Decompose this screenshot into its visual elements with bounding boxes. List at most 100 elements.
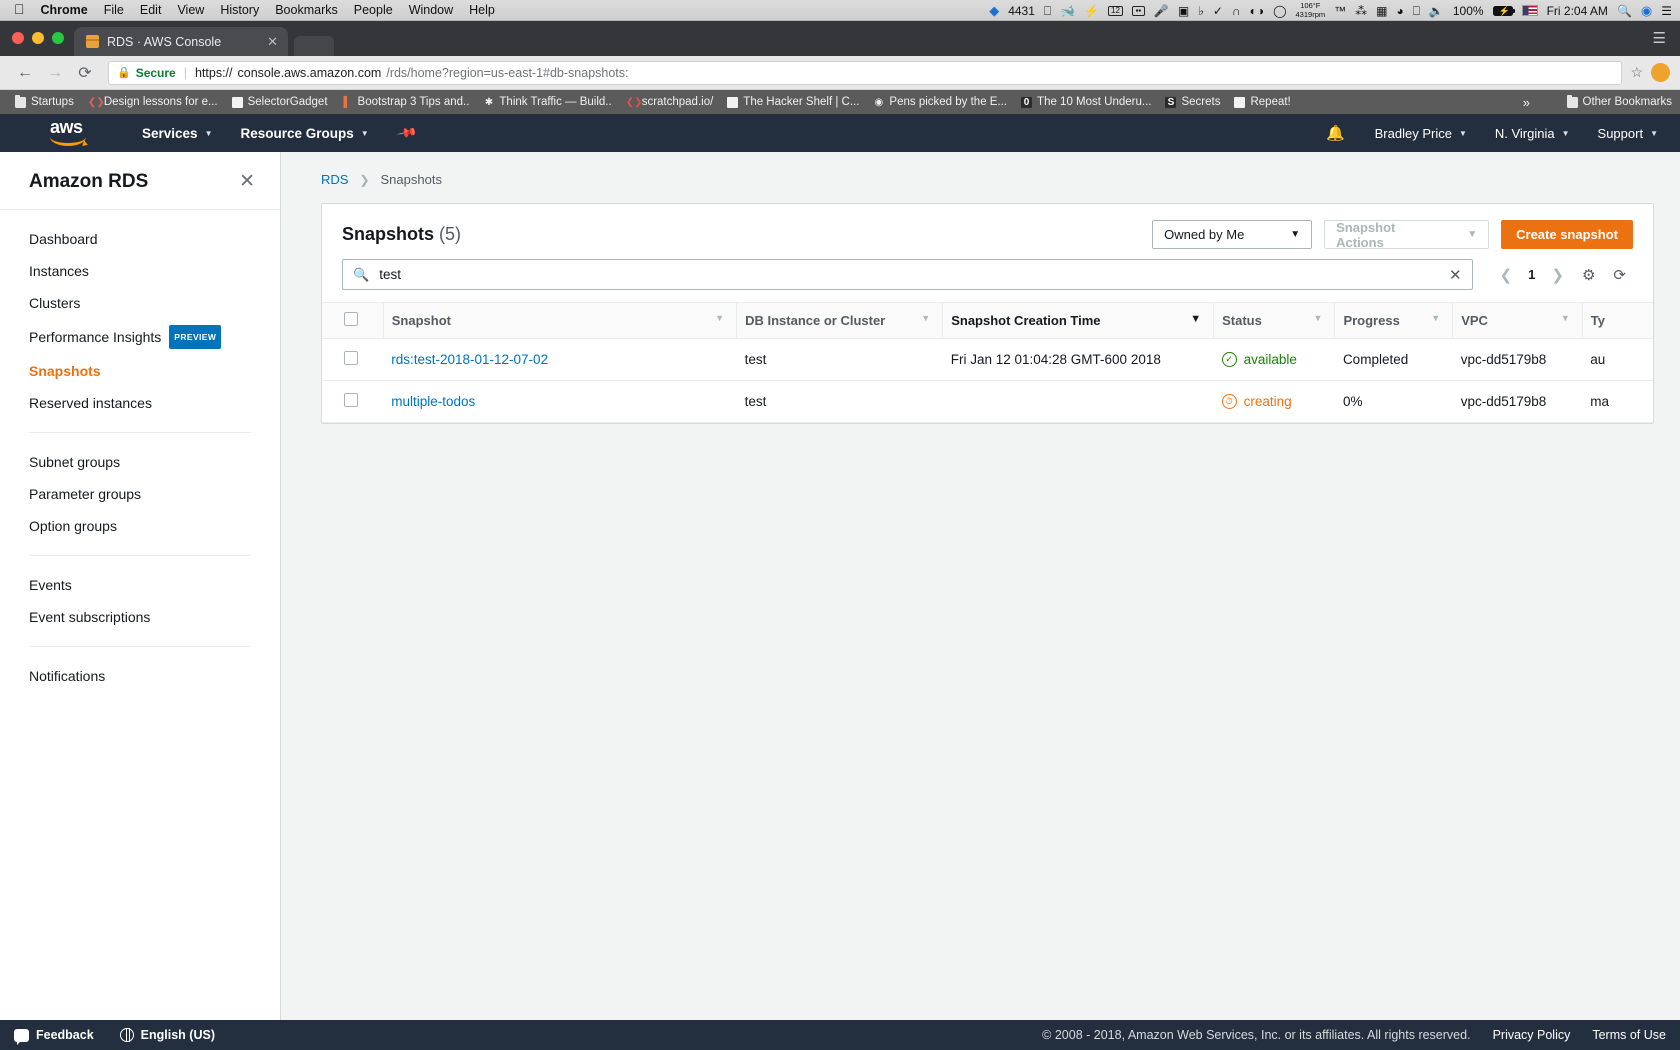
bookmark-item[interactable]: Startups <box>8 94 81 108</box>
owner-filter-dropdown[interactable]: Owned by Me ▼ <box>1152 220 1313 249</box>
bolt-icon[interactable]: ⚡ <box>1084 5 1099 17</box>
snapshot-actions-dropdown[interactable]: Snapshot Actions ▼ <box>1324 220 1490 250</box>
microphone-icon[interactable]: 🎤 <box>1154 5 1169 17</box>
other-bookmarks-folder[interactable]: Other Bookmarks <box>1566 94 1672 108</box>
window-controls[interactable] <box>12 32 64 44</box>
screenshot-icon[interactable]: ⎕ <box>1044 5 1051 17</box>
maximize-window-button[interactable] <box>52 32 64 44</box>
snapshot-link[interactable]: multiple-todos <box>391 394 475 409</box>
row-checkbox[interactable] <box>344 393 358 407</box>
sidebar-item-clusters[interactable]: Clusters <box>0 287 280 319</box>
menu-help[interactable]: Help <box>469 3 495 17</box>
table-row[interactable]: multiple-todos test ⏱ creating 0% vpc-dd… <box>322 380 1653 423</box>
terms-of-use-link[interactable]: Terms of Use <box>1592 1028 1666 1042</box>
new-tab-button[interactable] <box>294 36 334 56</box>
menu-app-name[interactable]: Chrome <box>41 3 88 17</box>
nav-region[interactable]: N. Virginia ▼ <box>1481 126 1584 141</box>
dropbox-icon[interactable]: ◆ <box>989 4 999 17</box>
minimize-window-button[interactable] <box>32 32 44 44</box>
browser-tab-active[interactable]: RDS · AWS Console ✕ <box>74 27 288 56</box>
column-header-type[interactable]: Ty <box>1581 302 1653 339</box>
bookmark-item[interactable]: ✱ Think Traffic — Build.. <box>476 96 618 108</box>
refresh-icon[interactable]: ⟳ <box>1606 266 1633 284</box>
bluetooth-icon[interactable]: ⁂ <box>1355 5 1367 17</box>
column-header-snapshot[interactable]: ▼ Snapshot <box>382 302 737 339</box>
battery-health-icon[interactable]: ▦ <box>1376 5 1387 17</box>
calendar-icon[interactable]: 12 <box>1108 5 1123 16</box>
menu-window[interactable]: Window <box>409 3 453 17</box>
sidebar-item-snapshots[interactable]: Snapshots <box>0 355 280 387</box>
sidebar-item-notifications[interactable]: Notifications <box>0 660 280 692</box>
bookmarks-overflow-icon[interactable]: » <box>1523 95 1530 110</box>
profile-avatar[interactable] <box>1651 63 1670 82</box>
control-center-icon[interactable]: ☰ <box>1661 5 1672 17</box>
table-row[interactable]: rds:test-2018-01-12-07-02 test Fri Jan 1… <box>322 338 1653 381</box>
docker-icon[interactable]: 🐋 <box>1060 5 1075 17</box>
check-circle-icon[interactable]: ✓ <box>1213 5 1223 17</box>
bookmark-item[interactable]: The Hacker Shelf | C... <box>720 96 866 108</box>
sidebar-item-dashboard[interactable]: Dashboard <box>0 223 280 255</box>
window-menu-icon[interactable]: ☰ <box>1653 29 1666 47</box>
column-header-progress[interactable]: ▼ Progress <box>1334 302 1453 339</box>
pin-icon[interactable]: 📌 <box>396 122 418 144</box>
bookmark-item[interactable]: 0 The 10 Most Underu... <box>1014 96 1158 108</box>
sidebar-item-subnet-groups[interactable]: Subnet groups <box>0 446 280 478</box>
reload-button[interactable]: ⟳ <box>70 63 100 83</box>
keyboard-icon[interactable]: ▪▪ <box>1131 5 1145 16</box>
apple-logo-icon[interactable]:  <box>14 2 25 16</box>
battery-icon[interactable]: ⚡ <box>1492 5 1515 16</box>
column-header-vpc[interactable]: ▼ VPC <box>1452 302 1583 339</box>
close-window-button[interactable] <box>12 32 24 44</box>
bookmark-star-icon[interactable]: ☆ <box>1630 64 1643 81</box>
next-page-button[interactable]: ❯ <box>1544 266 1571 284</box>
sidebar-item-parameter-groups[interactable]: Parameter groups <box>0 478 280 510</box>
menu-file[interactable]: File <box>104 3 124 17</box>
menu-bookmarks[interactable]: Bookmarks <box>275 3 338 17</box>
wifi-icon[interactable]: ◕ <box>1396 5 1403 17</box>
search-input[interactable]: 🔍 test ✕ <box>342 259 1473 290</box>
sidebar-item-event-subscriptions[interactable]: Event subscriptions <box>0 601 280 633</box>
aws-logo[interactable]: aws <box>50 118 90 146</box>
bookmark-item[interactable]: ❮❯ Design lessons for e... <box>81 96 225 108</box>
feedback-button[interactable]: Feedback <box>14 1028 94 1045</box>
sidebar-item-instances[interactable]: Instances <box>0 255 280 287</box>
sidebar-item-option-groups[interactable]: Option groups <box>0 510 280 542</box>
bear-icon[interactable]: ♭ <box>1198 5 1204 17</box>
select-all-checkbox[interactable] <box>344 312 358 326</box>
menu-view[interactable]: View <box>177 3 204 17</box>
back-button[interactable]: ← <box>10 64 40 82</box>
prev-page-button[interactable]: ❮ <box>1493 266 1520 284</box>
nav-account[interactable]: Bradley Price ▼ <box>1361 126 1481 141</box>
arc-icon[interactable]: ∩ <box>1232 5 1241 17</box>
siri-icon[interactable]: ◉ <box>1641 4 1652 17</box>
volume-icon[interactable]: 🔈 <box>1429 5 1444 17</box>
menu-people[interactable]: People <box>354 3 393 17</box>
sidebar-item-events[interactable]: Events <box>0 569 280 601</box>
bookmark-item[interactable]: ◉ Pens picked by the E... <box>866 96 1014 108</box>
language-button[interactable]: English (US) <box>119 1027 215 1042</box>
nav-support[interactable]: Support ▼ <box>1584 126 1672 141</box>
forward-button[interactable]: → <box>40 64 70 82</box>
monitor-icon[interactable]: ▣ <box>1178 5 1189 17</box>
column-header-creation-time[interactable]: ▼ Snapshot Creation Time <box>942 302 1214 339</box>
network-icon[interactable]: ™ <box>1334 5 1346 17</box>
bookmark-item[interactable]: SelectorGadget <box>225 96 335 108</box>
sidebar-item-performance-insights[interactable]: Performance Insights PREVIEW <box>0 319 280 355</box>
bell-icon[interactable]: 🔔 <box>1310 124 1361 142</box>
column-header-db-instance[interactable]: ▼ DB Instance or Cluster <box>736 302 943 339</box>
close-icon[interactable]: ✕ <box>239 170 255 193</box>
glasses-icon[interactable]: ◐◑ <box>1250 5 1265 17</box>
bookmark-item[interactable]: ▌ Bootstrap 3 Tips and.. <box>335 96 477 108</box>
menu-edit[interactable]: Edit <box>140 3 162 17</box>
nav-services[interactable]: Services ▼ <box>128 126 226 141</box>
column-header-status[interactable]: ▼ Status <box>1213 302 1335 339</box>
nav-resource-groups[interactable]: Resource Groups ▼ <box>226 126 382 141</box>
privacy-policy-link[interactable]: Privacy Policy <box>1493 1028 1571 1042</box>
input-language-icon[interactable] <box>1521 5 1538 16</box>
tab-close-icon[interactable]: ✕ <box>267 34 278 50</box>
spotlight-icon[interactable]: 🔍 <box>1617 5 1632 17</box>
clear-icon[interactable]: ✕ <box>1449 266 1462 284</box>
bookmark-item[interactable]: Repeat! <box>1227 96 1297 108</box>
sidebar-item-reserved-instances[interactable]: Reserved instances <box>0 387 280 419</box>
menu-history[interactable]: History <box>220 3 259 17</box>
